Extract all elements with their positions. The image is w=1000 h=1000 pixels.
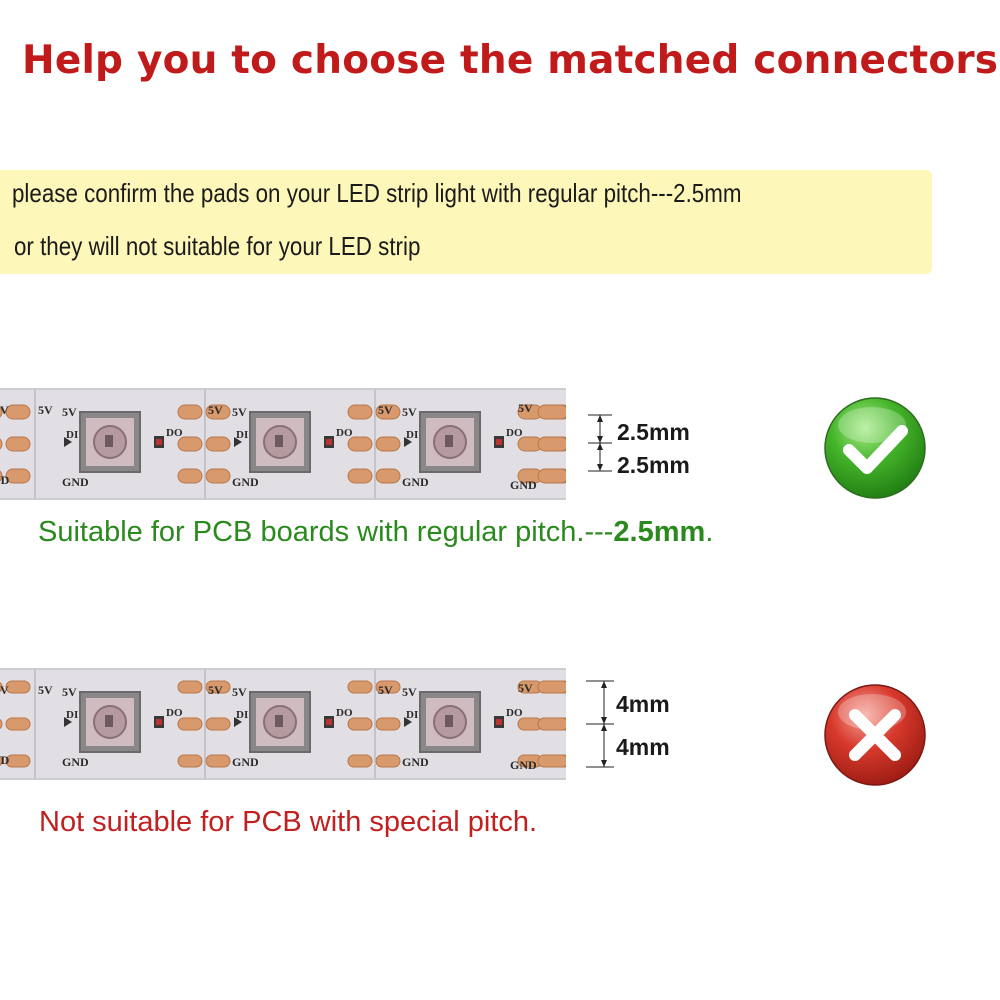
copper-pad [375, 754, 401, 768]
led-chip [419, 411, 504, 473]
copper-pad [5, 680, 31, 694]
led-strip-regular-pitch: 5V DI DO GND 5V DI DO GND 5V DI DO GND 5V 5V 5V 5V GND 5V… [0, 388, 566, 500]
label-5v: 5V [62, 685, 77, 699]
label-5v: 5V [38, 683, 53, 697]
copper-pad [537, 717, 566, 731]
label-do: DO [336, 427, 353, 439]
pitch-label-bottom-regular: 2.5mm [617, 452, 690, 478]
cross-icon [824, 684, 926, 786]
label-do: DO [166, 427, 183, 439]
label-5v: 5V [0, 683, 9, 697]
label-do: DO [336, 707, 353, 719]
check-icon [824, 397, 926, 499]
copper-pad [177, 680, 203, 694]
caption-suitable-pitch: 2.5mm [613, 516, 706, 548]
copper-pad [177, 468, 203, 484]
label-gnd: GND [510, 478, 537, 492]
copper-pad [177, 754, 203, 768]
label-5v: 5V [232, 405, 247, 419]
label-di: DI [236, 709, 248, 721]
caption-suitable: Suitable for PCB boards with regular pit… [38, 516, 713, 549]
led-strip-regular-illustration: 5V DI DO GND 5V DI DO GND 5V DI DO GND 5V 5V 5V 5V GND 5V… [0, 390, 566, 498]
copper-pad [537, 436, 566, 452]
copper-pad [537, 404, 566, 420]
label-5v: 5V [518, 401, 533, 415]
label-5v: 5V [378, 683, 393, 697]
copper-pad [5, 404, 31, 420]
copper-pad [347, 680, 373, 694]
led-chip [419, 691, 504, 753]
copper-pad [205, 436, 231, 452]
pitch-dimension-arrows-regular [588, 414, 612, 472]
label-5v: 5V [38, 403, 53, 417]
label-do: DO [166, 707, 183, 719]
copper-pad [205, 468, 231, 484]
pitch-label-bottom-special: 4mm [616, 734, 670, 760]
notice-line-2: or they will not suitable for your LED s… [14, 231, 421, 261]
label-gnd: GND [232, 755, 259, 769]
copper-pad [5, 468, 31, 484]
label-do: DO [506, 707, 523, 719]
led-chip [249, 411, 334, 473]
copper-pad [347, 468, 373, 484]
label-5v: 5V [208, 403, 223, 417]
copper-pad [0, 438, 3, 450]
copper-pad [177, 717, 203, 731]
label-di: DI [66, 429, 78, 441]
label-5v: 5V [232, 685, 247, 699]
copper-pad [5, 754, 31, 768]
copper-pad [5, 436, 31, 452]
label-di: DI [406, 709, 418, 721]
caption-not-suitable: Not suitable for PCB with special pitch. [39, 806, 538, 838]
copper-pad [347, 717, 373, 731]
label-gnd: GND [402, 755, 429, 769]
copper-pad [375, 436, 401, 452]
led-chip [79, 411, 164, 473]
copper-pad [0, 718, 3, 730]
pitch-dimension-arrows-special [586, 680, 614, 768]
label-gnd: GND [232, 475, 259, 489]
label-5v: 5V [62, 405, 77, 419]
label-5v: 5V [402, 405, 417, 419]
copper-pad [375, 717, 401, 731]
label-di: DI [66, 709, 78, 721]
label-gnd: GND [402, 475, 429, 489]
label-5v: 5V [378, 403, 393, 417]
copper-pad [177, 436, 203, 452]
copper-pad [205, 717, 231, 731]
copper-pad [375, 468, 401, 484]
label-5v: 5V [518, 681, 533, 695]
label-5v: 5V [208, 683, 223, 697]
copper-pad [5, 717, 31, 731]
pitch-label-top-regular: 2.5mm [617, 419, 690, 445]
caption-suitable-end: . [705, 516, 714, 548]
copper-pad [347, 754, 373, 768]
copper-pad [177, 404, 203, 420]
label-gnd: ND [0, 473, 10, 487]
copper-pad [205, 754, 231, 768]
copper-pad [537, 468, 566, 484]
label-gnd: GND [62, 475, 89, 489]
label-gnd: ND [0, 753, 10, 767]
label-di: DI [236, 429, 248, 441]
copper-pad [537, 680, 566, 694]
label-do: DO [506, 427, 523, 439]
notice-line-1: please confirm the pads on your LED stri… [12, 178, 742, 208]
copper-pad [537, 754, 566, 768]
label-gnd: GND [62, 755, 89, 769]
label-gnd: GND [510, 758, 537, 772]
label-5v: 5V [402, 685, 417, 699]
copper-pad [347, 436, 373, 452]
copper-pad [347, 404, 373, 420]
label-di: DI [406, 429, 418, 441]
pitch-label-top-special: 4mm [616, 691, 670, 717]
notice-box: please confirm the pads on your LED stri… [0, 170, 932, 274]
led-chip [249, 691, 334, 753]
led-chip [79, 691, 164, 753]
led-strip-special-illustration: 5V DI DO GND 5V DI DO GND 5V DI DO GND 5V 5V 5V 5V GND 5V… [0, 670, 566, 778]
caption-suitable-text: Suitable for PCB boards with regular pit… [38, 516, 614, 548]
label-5v: 5V [0, 403, 9, 417]
led-strip-special-pitch: 5V DI DO GND 5V DI DO GND 5V DI DO GND 5V 5V 5V 5V GND 5V… [0, 668, 566, 780]
page-title: Help you to choose the matched connector… [22, 38, 999, 83]
